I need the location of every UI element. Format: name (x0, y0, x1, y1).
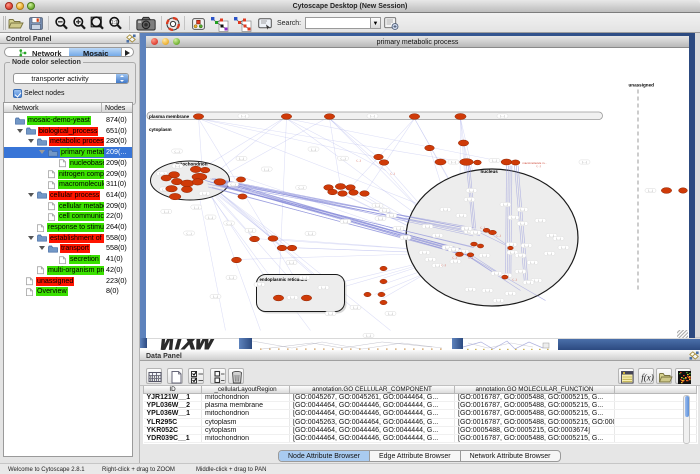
svg-text:(.....): (.....) (241, 115, 246, 118)
svg-text:(.....): (.....) (520, 208, 525, 211)
svg-text:(...): (...) (468, 255, 472, 259)
svg-text:(.....): (.....) (496, 299, 501, 302)
svg-text:(.....): (.....) (175, 150, 180, 153)
svg-text:(.....): (.....) (520, 222, 525, 225)
svg-text:(.....): (.....) (508, 292, 513, 295)
svg-text:(.....): (.....) (388, 312, 393, 315)
svg-text:(.....): (.....) (526, 281, 531, 284)
svg-text:(.....): (.....) (213, 295, 218, 298)
svg-text:(.....): (.....) (229, 276, 234, 279)
svg-text:(...): (...) (496, 233, 500, 237)
svg-text:(.....): (.....) (561, 246, 566, 249)
svg-text:(.....): (.....) (422, 251, 427, 254)
svg-text:(.....): (.....) (353, 306, 358, 309)
svg-text:(...): (...) (480, 225, 484, 229)
svg-text:(...): (...) (536, 164, 540, 168)
svg-text:(.....): (.....) (341, 157, 346, 160)
svg-text:(.....): (.....) (443, 208, 448, 211)
svg-text:(.....): (.....) (451, 248, 456, 251)
svg-text:(.....): (.....) (510, 251, 515, 254)
svg-text:(.....): (.....) (248, 229, 253, 232)
svg-text:(.....): (.....) (473, 231, 478, 234)
svg-text:(.....): (.....) (239, 157, 244, 160)
svg-text:(.....): (.....) (370, 115, 375, 118)
svg-text:(.....): (.....) (175, 165, 180, 168)
svg-text:(.....): (.....) (231, 183, 236, 186)
svg-text:(...): (...) (390, 171, 394, 175)
svg-text:(.....): (.....) (530, 261, 535, 264)
svg-text:macromolecule m...: macromolecule m... (522, 161, 546, 165)
svg-text:(.....): (.....) (299, 186, 304, 189)
svg-text:(.....): (.....) (328, 312, 333, 315)
svg-text:(.....): (.....) (492, 159, 497, 162)
svg-text:(.....): (.....) (227, 222, 232, 225)
svg-text:(.....): (.....) (435, 264, 440, 267)
svg-text:(.....): (.....) (503, 203, 508, 206)
svg-text:(.....): (.....) (467, 198, 472, 201)
svg-text:(.....): (.....) (208, 216, 213, 219)
svg-text:(.....): (.....) (469, 189, 474, 192)
svg-text:(...): (...) (356, 158, 360, 162)
svg-text:(.....): (.....) (485, 289, 490, 292)
svg-text:(.....): (.....) (518, 254, 523, 257)
svg-text:(.....): (.....) (311, 148, 316, 151)
svg-text:(.....): (.....) (202, 192, 207, 195)
svg-text:(.....): (.....) (511, 216, 516, 219)
svg-text:(.....): (.....) (518, 270, 523, 273)
svg-text:(.....): (.....) (378, 217, 383, 220)
svg-text:(.....): (.....) (382, 209, 387, 212)
svg-text:(.....): (.....) (582, 161, 587, 164)
svg-text:(.....): (.....) (464, 227, 469, 230)
svg-text:(.....): (.....) (482, 254, 487, 257)
svg-text:(.....): (.....) (389, 214, 394, 217)
svg-text:(...): (...) (441, 262, 445, 266)
svg-text:(...): (...) (452, 255, 456, 259)
svg-text:cytoplasm: cytoplasm (149, 127, 172, 132)
svg-text:(.....): (.....) (453, 260, 458, 263)
svg-text:(.....): (.....) (435, 234, 440, 237)
svg-text:(.....): (.....) (524, 244, 529, 247)
svg-text:f(x): f(x) (641, 373, 654, 383)
svg-text:(.....): (.....) (556, 237, 561, 240)
svg-text:(.....): (.....) (264, 168, 269, 171)
svg-text:nucleus: nucleus (480, 169, 498, 174)
svg-text:(.....): (.....) (308, 232, 313, 235)
svg-text:(.....): (.....) (451, 161, 456, 164)
svg-text:(...): (...) (512, 277, 516, 281)
svg-text:(.....): (.....) (290, 296, 295, 299)
svg-text:(.....): (.....) (194, 206, 199, 209)
svg-text:plasma membrane: plasma membrane (149, 113, 190, 118)
svg-text:(.....): (.....) (375, 204, 380, 207)
svg-text:(.....): (.....) (648, 189, 653, 192)
svg-text:(.....): (.....) (403, 236, 408, 239)
svg-text:(.....): (.....) (538, 219, 543, 222)
svg-text:(.....): (.....) (396, 227, 401, 230)
svg-text:(.....): (.....) (343, 220, 348, 223)
svg-text:(.....): (.....) (164, 210, 169, 213)
svg-text:(.....): (.....) (500, 115, 505, 118)
svg-text:(.....): (.....) (468, 288, 473, 291)
svg-text:(.....): (.....) (425, 225, 430, 228)
svg-text:(.....): (.....) (187, 232, 192, 235)
svg-text:(.....): (.....) (302, 276, 307, 279)
svg-text:(.....): (.....) (547, 252, 552, 255)
svg-text:(.....): (.....) (289, 261, 294, 264)
svg-text:(.....): (.....) (534, 279, 539, 282)
svg-text:unassigned: unassigned (628, 82, 654, 87)
svg-text:(.....): (.....) (459, 214, 464, 217)
svg-text:(.....): (.....) (366, 334, 371, 337)
svg-text:1:1: 1:1 (111, 20, 118, 26)
svg-text:(.....): (.....) (257, 283, 262, 286)
svg-text:(.....): (.....) (494, 272, 499, 275)
svg-text:(.....): (.....) (321, 286, 326, 289)
svg-text:(.....): (.....) (428, 258, 433, 261)
